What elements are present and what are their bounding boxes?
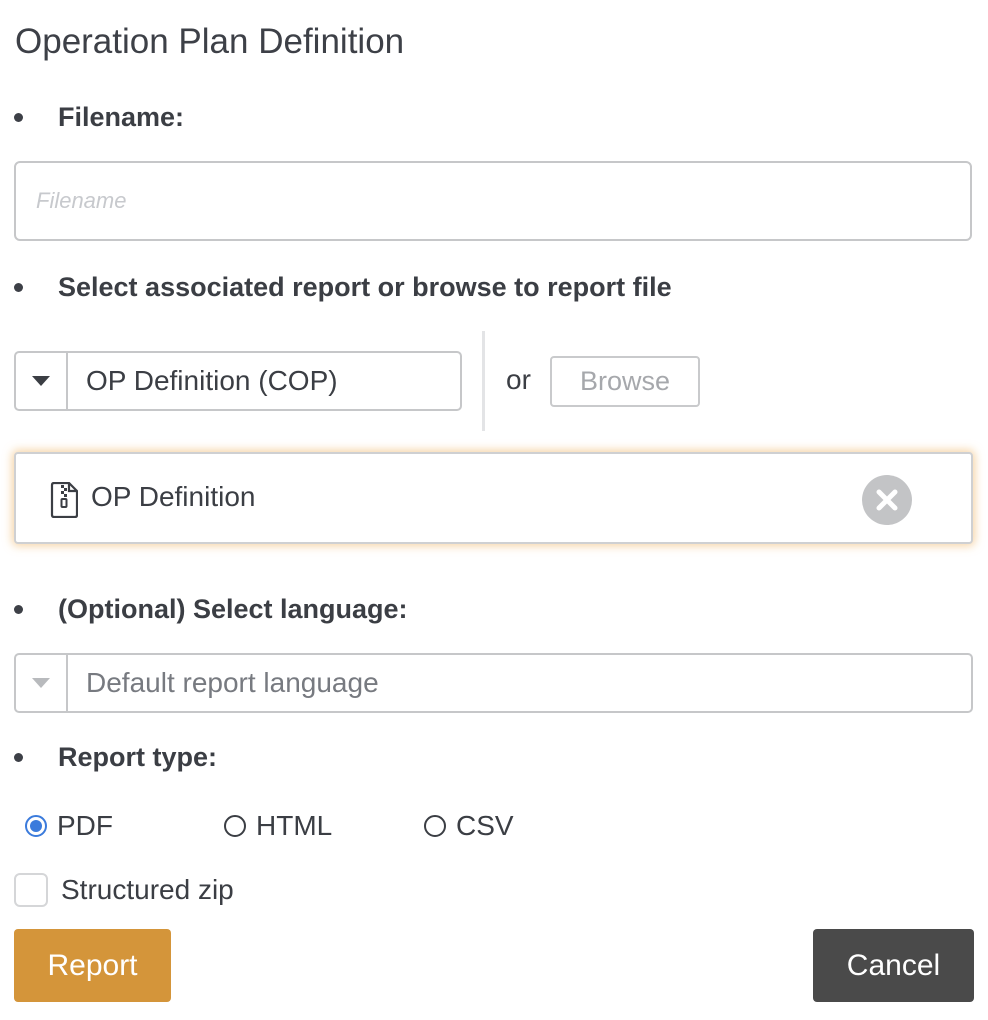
caret-down-icon[interactable] <box>16 353 68 409</box>
radio-csv-label: CSV <box>456 810 514 841</box>
report-type-label: Report type: <box>58 741 218 772</box>
structured-zip-option[interactable]: Structured zip <box>14 870 234 910</box>
caret-down-icon[interactable] <box>16 655 68 711</box>
cancel-button[interactable]: Cancel <box>813 929 974 1002</box>
report-section-label: Select associated report or browse to re… <box>14 269 672 305</box>
selected-file-card: OP Definition <box>14 452 973 544</box>
radio-pdf[interactable]: PDF <box>25 806 113 846</box>
radio-html[interactable]: HTML <box>224 806 332 846</box>
page-title: Operation Plan Definition <box>15 22 405 61</box>
report-button[interactable]: Report <box>14 929 171 1002</box>
report-type-section-label: Report type: <box>14 739 217 775</box>
filename-label: Filename: <box>58 101 185 132</box>
zip-file-icon <box>50 481 79 523</box>
language-label: (Optional) Select language: <box>58 593 408 624</box>
report-select-dropdown[interactable]: OP Definition (COP) <box>14 351 462 411</box>
report-select-value: OP Definition (COP) <box>86 365 338 396</box>
language-select-dropdown[interactable]: Default report language <box>14 653 973 713</box>
structured-zip-label: Structured zip <box>61 874 234 905</box>
or-text: or <box>506 364 531 395</box>
radio-html-label: HTML <box>256 810 333 841</box>
language-select-value: Default report language <box>86 667 379 698</box>
filename-section-label: Filename: <box>14 99 184 135</box>
close-icon[interactable] <box>862 475 912 525</box>
structured-zip-checkbox[interactable] <box>14 873 48 907</box>
language-section-label: (Optional) Select language: <box>14 591 408 627</box>
bullet-icon <box>14 112 23 122</box>
report-select-label: Select associated report or browse to re… <box>58 271 672 302</box>
bullet-icon <box>14 282 23 292</box>
radio-pdf-button[interactable] <box>25 815 47 837</box>
filename-input[interactable] <box>14 161 972 241</box>
radio-csv-button[interactable] <box>424 815 446 837</box>
radio-csv[interactable]: CSV <box>424 806 514 846</box>
bullet-icon <box>14 604 23 614</box>
radio-html-button[interactable] <box>224 815 246 837</box>
browse-button[interactable]: Browse <box>550 356 700 407</box>
selected-file-name: OP Definition <box>91 481 256 512</box>
divider <box>482 331 485 431</box>
radio-pdf-label: PDF <box>57 810 113 841</box>
bullet-icon <box>14 752 23 762</box>
